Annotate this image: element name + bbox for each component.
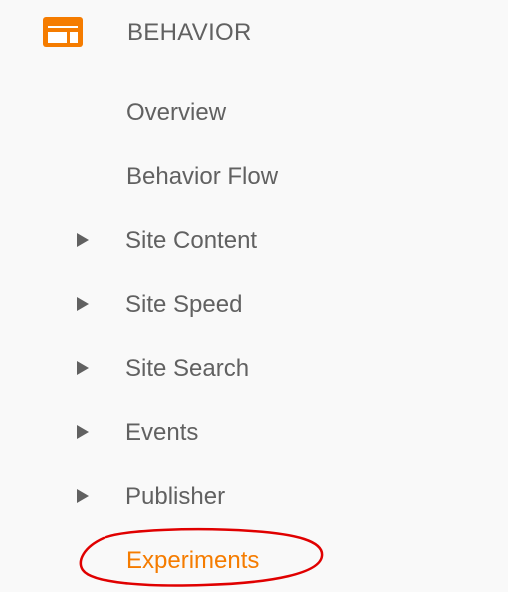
behavior-layout-icon [43,17,83,47]
menu-item-label: Site Speed [125,291,243,318]
menu-item-publisher[interactable]: Publisher [0,468,508,524]
menu-item-label: Site Search [125,355,250,382]
menu-item-site-speed[interactable]: Site Speed [0,276,508,332]
menu-item-experiments[interactable]: Experiments [0,532,508,588]
menu-item-overview[interactable]: Overview [0,84,508,140]
caret-right-icon[interactable] [76,296,90,312]
behavior-section-header[interactable]: BEHAVIOR [0,0,508,66]
menu-item-label: Behavior Flow [126,163,279,190]
menu-item-site-search[interactable]: Site Search [0,340,508,396]
caret-right-icon[interactable] [76,232,90,248]
menu-item-label: Publisher [125,483,226,510]
menu-item-label: Experiments [126,547,260,574]
menu-item-label: Events [125,419,199,446]
caret-right-icon[interactable] [76,488,90,504]
caret-right-icon[interactable] [76,424,90,440]
caret-right-icon[interactable] [76,360,90,376]
menu-item-label: Site Content [125,227,258,254]
menu-item-site-content[interactable]: Site Content [0,212,508,268]
menu-item-behavior-flow[interactable]: Behavior Flow [0,148,508,204]
section-title: BEHAVIOR [127,19,252,46]
menu-item-events[interactable]: Events [0,404,508,460]
menu-item-label: Overview [126,99,227,126]
